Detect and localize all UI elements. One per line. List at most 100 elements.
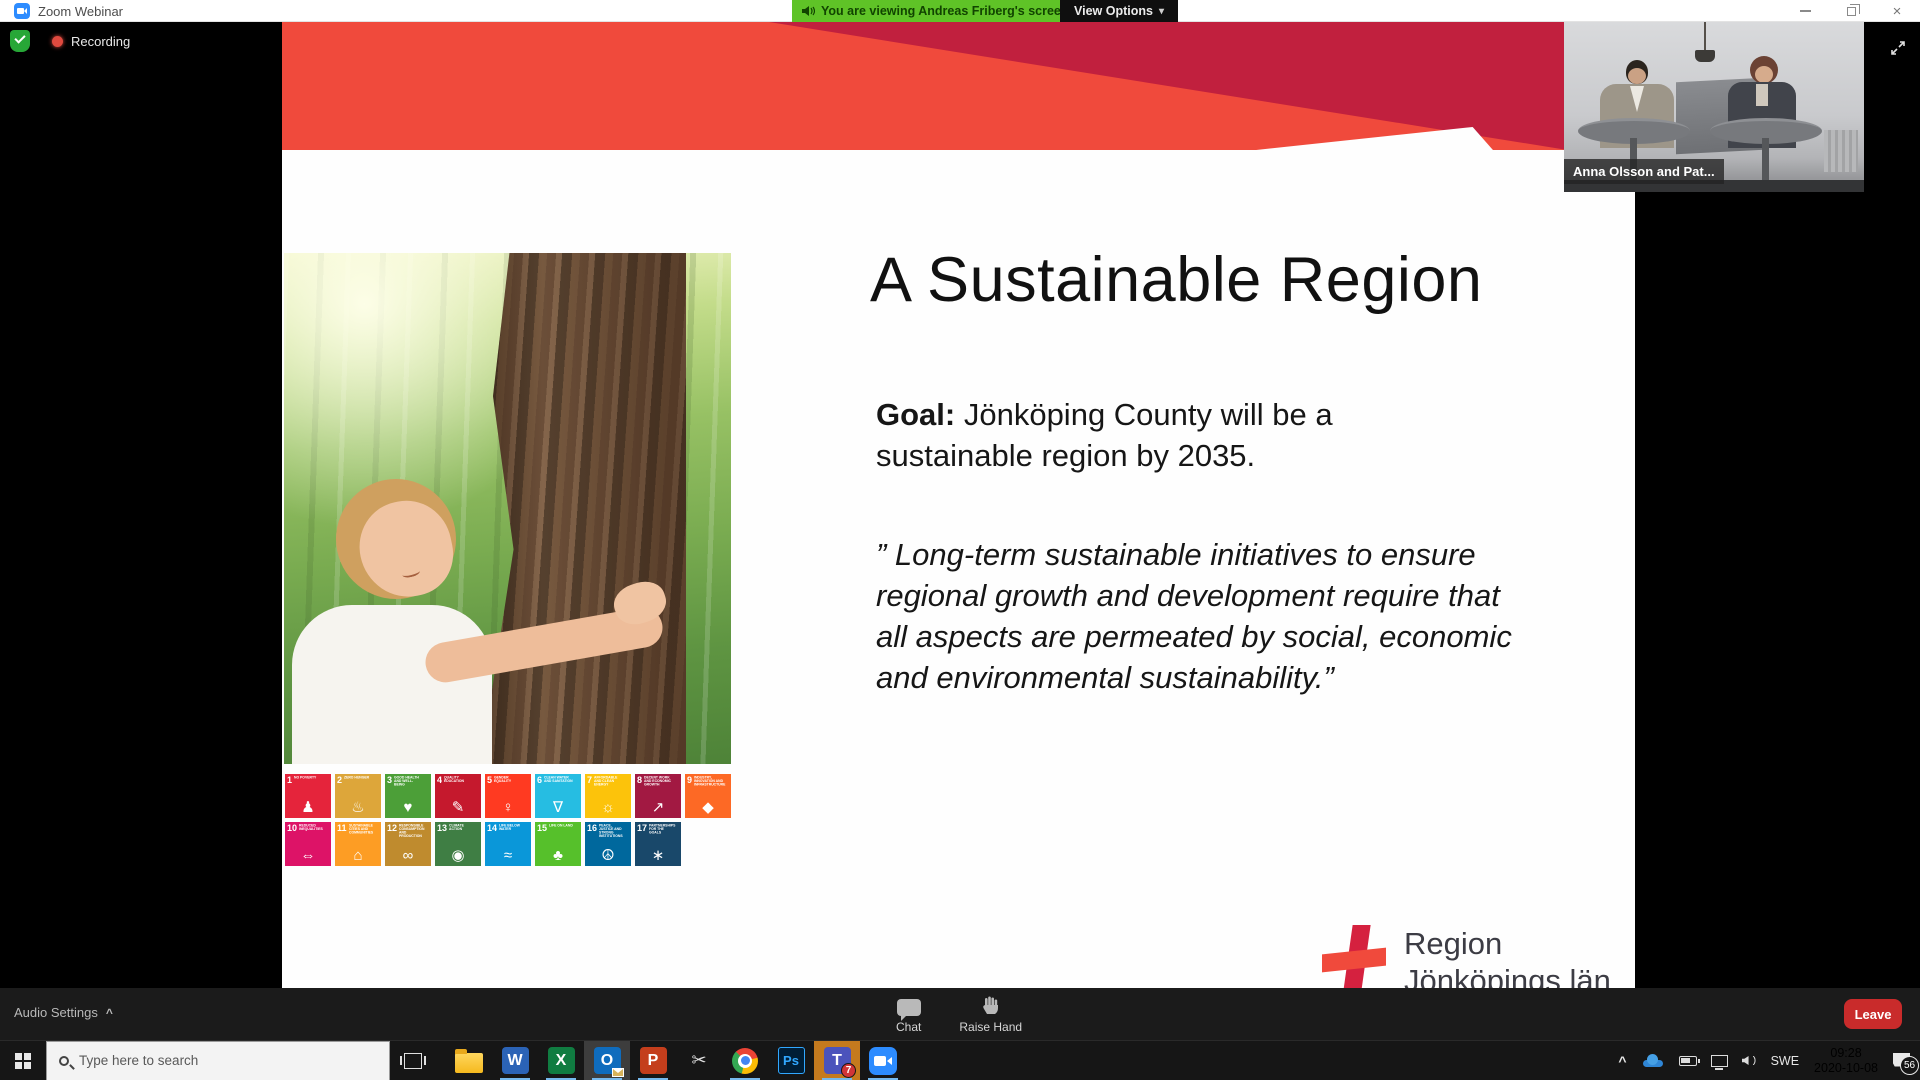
slide-header-wave	[282, 22, 1635, 150]
tray-time: 09:28	[1814, 1046, 1878, 1061]
presenter-name-label: Anna Olsson and Pat...	[1564, 159, 1724, 184]
excel-icon: X	[548, 1047, 575, 1074]
presenter-woman	[1755, 66, 1773, 83]
leave-button[interactable]: Leave	[1844, 999, 1902, 1029]
pendant-lamp	[1695, 50, 1715, 62]
restore-icon	[1847, 7, 1856, 16]
battery-icon	[1679, 1056, 1697, 1066]
slide-goal-paragraph: Goal: Jönköping County will be a sustain…	[876, 394, 1416, 476]
taskbar-app-zoom-app[interactable]	[860, 1041, 906, 1080]
file-explorer-icon	[455, 1053, 483, 1073]
recording-label: Recording	[71, 34, 130, 49]
sdg-tile-11: 11Sustainable Cities and Communities⌂	[335, 822, 381, 866]
raise-hand-button[interactable]: Raise Hand	[953, 992, 1028, 1038]
region-cross-icon	[1322, 925, 1388, 988]
speaker-icon	[802, 5, 815, 17]
notification-icon: 56	[1893, 1053, 1913, 1069]
word-icon: W	[502, 1047, 529, 1074]
webinar-control-bar: Audio Settings ^ Chat Raise Hand Leave	[0, 988, 1920, 1040]
restore-button[interactable]	[1828, 0, 1874, 22]
photo-girl-hugging-tree	[284, 253, 731, 764]
taskbar-app-outlook[interactable]: O	[584, 1041, 630, 1080]
recording-dot-icon	[52, 36, 63, 47]
slide-title: A Sustainable Region	[870, 244, 1590, 316]
taskbar-search-input[interactable]: Type here to search	[46, 1041, 390, 1080]
tray-date: 2020-10-08	[1814, 1061, 1878, 1076]
system-tray: ^ SWE 09:28 2020-10-08 56	[1611, 1041, 1920, 1080]
start-button[interactable]	[0, 1041, 46, 1080]
radiator	[1824, 130, 1858, 172]
taskbar-app-excel[interactable]: X	[538, 1041, 584, 1080]
taskbar-apps: WXOP ✂ Ps T7	[446, 1041, 906, 1080]
close-button[interactable]: ×	[1874, 0, 1920, 22]
zoom-app-icon	[869, 1047, 897, 1075]
sdg-tile-1: 1No Poverty♟	[285, 774, 331, 818]
expand-icon	[1890, 40, 1906, 56]
sdg-tile-7: 7Affordable and Clean Energy☼	[585, 774, 631, 818]
taskbar-app-teams[interactable]: T7	[814, 1041, 860, 1080]
sdg-tile-10: 10Reduced Inequalities⇔	[285, 822, 331, 866]
taskbar-app-word[interactable]: W	[492, 1041, 538, 1080]
taskbar-app-chrome[interactable]	[722, 1041, 768, 1080]
action-center-button[interactable]: 56	[1886, 1041, 1920, 1080]
snip-icon: ✂	[691, 1050, 706, 1071]
task-view-button[interactable]	[390, 1041, 436, 1080]
onedrive-button[interactable]	[1634, 1041, 1672, 1080]
recording-indicator: Recording	[10, 30, 130, 52]
taskbar-app-photoshop[interactable]: Ps	[768, 1041, 814, 1080]
audio-settings-button[interactable]: Audio Settings ^	[14, 1005, 113, 1020]
taskbar-app-powerpoint[interactable]: P	[630, 1041, 676, 1080]
zoom-webinar-window: Zoom Webinar × You are viewing Andreas F…	[0, 0, 1920, 1080]
speaker-icon	[1742, 1056, 1749, 1065]
expand-fullscreen-button[interactable]	[1886, 36, 1910, 60]
region-logo-line1: Region	[1404, 925, 1611, 962]
region-logo-line2: Jönköpings län	[1404, 962, 1611, 988]
sdg-tile-2: 2Zero Hunger♨	[335, 774, 381, 818]
sdg-tile-5: 5Gender Equality♀	[485, 774, 531, 818]
powerpoint-icon: P	[640, 1047, 667, 1074]
photoshop-icon: Ps	[778, 1047, 805, 1074]
minimize-button[interactable]	[1782, 0, 1828, 22]
task-view-icon	[404, 1053, 422, 1069]
search-placeholder: Type here to search	[79, 1053, 198, 1068]
network-button[interactable]	[1704, 1041, 1735, 1080]
window-title: Zoom Webinar	[38, 4, 123, 19]
presenter-video-thumbnail[interactable]: Anna Olsson and Pat...	[1564, 22, 1864, 192]
chevron-down-icon: ▾	[1159, 6, 1164, 17]
zoom-logo-icon	[14, 3, 30, 19]
chrome-icon	[732, 1048, 758, 1074]
slide-quote: ” Long-term sustainable initiatives to e…	[876, 534, 1526, 698]
view-options-button[interactable]: View Options ▾	[1060, 0, 1178, 22]
presenter-man	[1628, 68, 1646, 84]
network-icon	[1711, 1055, 1728, 1067]
tray-expand-button[interactable]: ^	[1611, 1041, 1633, 1080]
battery-button[interactable]	[1672, 1041, 1704, 1080]
taskbar-app-snip[interactable]: ✂	[676, 1041, 722, 1080]
security-shield-icon[interactable]	[10, 30, 30, 52]
clock[interactable]: 09:28 2020-10-08	[1806, 1046, 1886, 1076]
shared-slide: 1No Poverty♟2Zero Hunger♨3Good Health an…	[282, 22, 1635, 988]
chat-icon	[897, 999, 921, 1016]
search-icon	[59, 1056, 69, 1066]
goal-label: Goal:	[876, 397, 955, 432]
chat-button[interactable]: Chat	[890, 992, 927, 1038]
language-indicator[interactable]: SWE	[1764, 1041, 1806, 1080]
windows-logo-icon	[15, 1053, 31, 1069]
sdg-goals-grid: 1No Poverty♟2Zero Hunger♨3Good Health an…	[285, 774, 731, 866]
volume-button[interactable]	[1735, 1041, 1764, 1080]
notification-count-badge: 56	[1900, 1056, 1919, 1075]
screen-share-banner: You are viewing Andreas Friberg's screen	[792, 0, 1081, 22]
sdg-tile-17: 17Partnerships for the Goals∗	[635, 822, 681, 866]
sdg-tile-8: 8Decent Work and Economic Growth↗	[635, 774, 681, 818]
sdg-tile-14: 14Life Below Water≈	[485, 822, 531, 866]
chevron-up-icon: ^	[106, 1006, 113, 1020]
raise-hand-icon	[980, 996, 1002, 1016]
sdg-tile-15: 15Life on Land♣	[535, 822, 581, 866]
sdg-tile-4: 4Quality Education✎	[435, 774, 481, 818]
taskbar-app-file-explorer[interactable]	[446, 1041, 492, 1080]
teams-badge: 7	[841, 1063, 856, 1078]
windows-taskbar: Type here to search WXOP ✂ Ps T7 ^ SWE 09:2…	[0, 1040, 1920, 1080]
sdg-tile-13: 13Climate Action◉	[435, 822, 481, 866]
share-banner-text: You are viewing Andreas Friberg's screen	[821, 4, 1069, 18]
sdg-tile-9: 9Industry, Innovation and Infrastructure…	[685, 774, 731, 818]
